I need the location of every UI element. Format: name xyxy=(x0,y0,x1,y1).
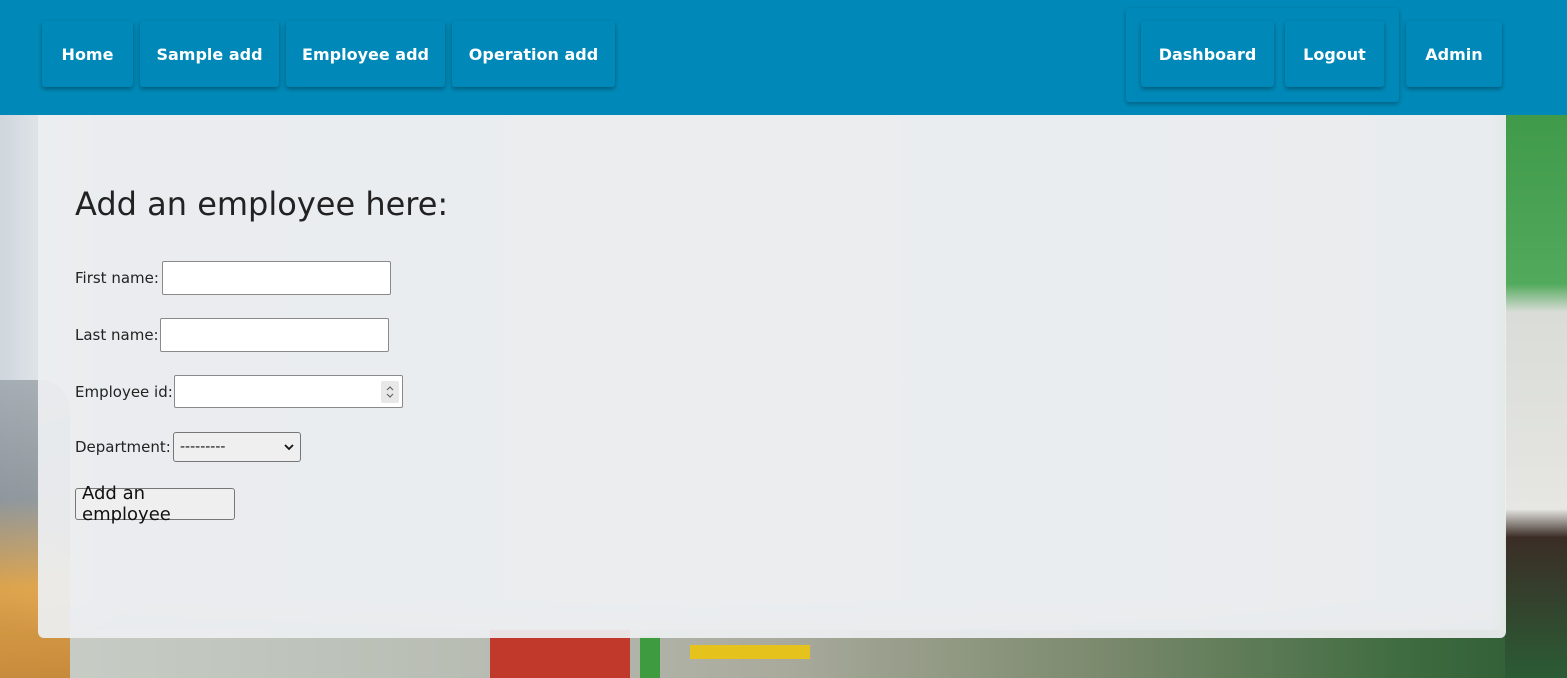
nav-sample-add-button[interactable]: Sample add xyxy=(140,21,279,87)
add-employee-label: Add an employee xyxy=(82,483,171,525)
background-rail-green xyxy=(640,636,660,678)
employee-id-input[interactable] xyxy=(174,375,403,408)
page-title: Add an employee here: xyxy=(75,185,449,223)
last-name-input[interactable] xyxy=(160,318,389,352)
nav-logout-label: Logout xyxy=(1303,44,1366,64)
nav-dashboard-button[interactable]: Dashboard xyxy=(1141,21,1274,87)
department-selected-value: --------- xyxy=(180,439,226,455)
background-machine-green xyxy=(1505,115,1567,678)
background-pipe-yellow xyxy=(690,645,810,659)
nav-dashboard-label: Dashboard xyxy=(1158,44,1257,64)
employee-id-label: Employee id: xyxy=(75,383,173,401)
department-label: Department: xyxy=(75,438,171,456)
number-spinner-icon[interactable] xyxy=(381,381,399,403)
nav-sample-add-label: Sample add xyxy=(156,44,263,64)
last-name-label: Last name: xyxy=(75,326,159,344)
nav-logout-button[interactable]: Logout xyxy=(1285,21,1384,87)
nav-home-label: Home xyxy=(61,44,114,64)
nav-admin-button[interactable]: Admin xyxy=(1406,21,1502,87)
top-navbar: Home Sample add Employee add Operation a… xyxy=(0,0,1567,115)
nav-employee-add-button[interactable]: Employee add xyxy=(286,21,445,87)
first-name-input[interactable] xyxy=(162,261,391,295)
first-name-label: First name: xyxy=(75,269,159,287)
nav-admin-label: Admin xyxy=(1425,44,1483,64)
nav-employee-add-label: Employee add xyxy=(302,44,429,64)
nav-operation-add-button[interactable]: Operation add xyxy=(452,21,615,87)
employee-form-card: Add an employee here: First name: Last n… xyxy=(38,115,1506,638)
add-employee-button[interactable]: Add an employee xyxy=(75,483,235,525)
department-select[interactable]: --------- xyxy=(173,432,301,462)
nav-operation-add-label: Operation add xyxy=(468,44,599,64)
chevron-down-icon xyxy=(284,444,294,451)
nav-home-button[interactable]: Home xyxy=(42,21,133,87)
spinner-arrows-icon xyxy=(386,386,394,398)
